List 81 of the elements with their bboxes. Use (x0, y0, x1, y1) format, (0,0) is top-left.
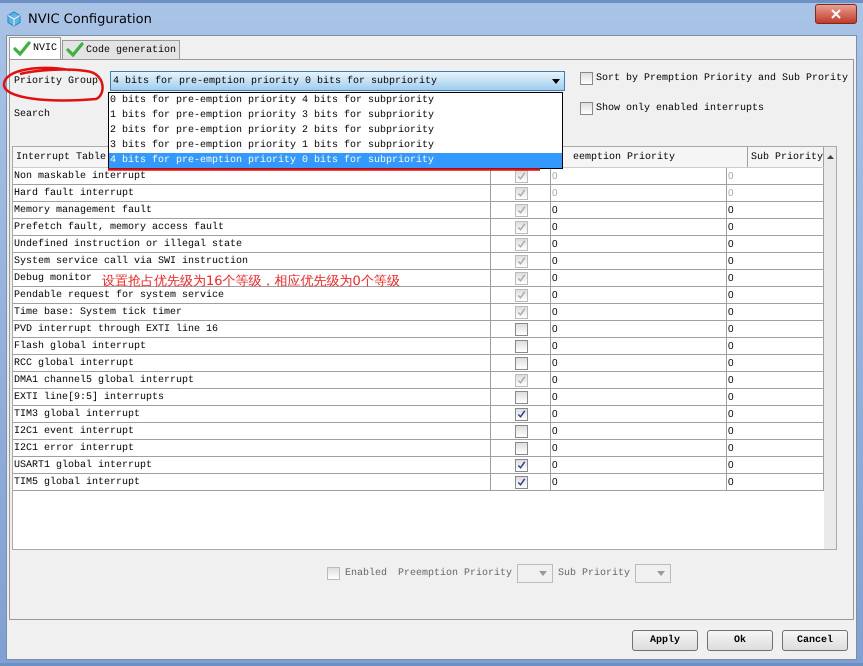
table-cell: 0 (551, 389, 727, 405)
scrollbar[interactable] (824, 147, 836, 549)
table-cell: 0 (551, 355, 727, 371)
table-cell: Undefined instruction or illegal state (13, 236, 491, 252)
field-label: Priority Group (13, 76, 100, 86)
table-cell: 0 (551, 287, 727, 303)
dropdown-option[interactable]: 1 bits for pre-emption priority 3 bits for subpriority (109, 108, 562, 123)
table-cell: 0 (551, 168, 727, 184)
table-cell: System service call via SWI instruction (13, 253, 491, 269)
field-label: Search (13, 108, 52, 120)
table-cell: 0 (551, 253, 727, 269)
table-cell: Prefetch fault, memory access fault (13, 219, 491, 235)
table-cell: 0 (551, 406, 727, 422)
field-label: Enabled (345, 568, 388, 578)
table-cell: RCC global interrupt (13, 355, 491, 371)
table-cell: 0 (551, 423, 727, 439)
table-cell: 0 (551, 202, 727, 218)
checkbox[interactable] (514, 442, 528, 454)
table-cell: 0 (551, 372, 727, 388)
checkbox-label: Show only enabled interrupts (596, 103, 764, 114)
checkbox[interactable] (514, 322, 528, 336)
table-cell: 0 (551, 457, 727, 473)
checkbox[interactable] (514, 356, 528, 370)
checkbox[interactable] (514, 476, 528, 488)
dropdown-option[interactable]: 0 bits for pre-emption priority 4 bits for subpriority (109, 93, 562, 108)
column-header[interactable]: Interrupt Table (13, 147, 111, 167)
dropdown-option[interactable]: 2 bits for pre-emption priority 2 bits for subpriority (109, 123, 562, 138)
table-cell: 0 (551, 270, 727, 286)
table-cell: TIM5 global interrupt (13, 474, 491, 490)
checkbox-label: Sort by Premption Priority and Sub Prority (596, 73, 848, 84)
checkbox[interactable] (514, 458, 528, 472)
scroll-up-icon[interactable] (826, 155, 834, 159)
checkbox[interactable] (514, 340, 528, 352)
dialog-button[interactable]: Ok (707, 630, 773, 651)
table-cell: 0 (551, 219, 727, 235)
table-cell: 0 (551, 474, 727, 490)
caret-icon (539, 570, 548, 576)
table-cell: 0 (551, 236, 727, 252)
window-title: NVIC Configuration (28, 12, 153, 26)
table-cell: EXTI line[9:5] interrupts (13, 389, 491, 405)
table-cell: 0 (551, 440, 727, 456)
check-icon (13, 40, 31, 56)
checkbox[interactable] (580, 102, 593, 115)
table-cell: Flash global interrupt (13, 338, 491, 354)
field-label: Sub Priority (558, 568, 630, 578)
table-cell: Memory management fault (13, 202, 491, 218)
table-cell: Non maskable interrupt (13, 168, 491, 184)
table-cell: 0 (551, 304, 727, 320)
close-button[interactable] (815, 4, 857, 24)
checkbox[interactable] (514, 424, 528, 438)
check-icon (66, 42, 84, 58)
checkbox[interactable] (514, 390, 528, 404)
cube-icon (6, 11, 22, 27)
table-cell: TIM3 global interrupt (13, 406, 491, 422)
table-cell: 0 (551, 338, 727, 354)
dialog-button[interactable]: Cancel (782, 630, 848, 651)
table-cell: I2C1 error interrupt (13, 440, 491, 456)
caret-icon (552, 78, 560, 84)
table-cell: USART1 global interrupt (13, 457, 491, 473)
tab[interactable]: Code generation (62, 40, 180, 59)
table-cell: Hard fault interrupt (13, 185, 491, 201)
table-cell: PVD interrupt through EXTI line 16 (13, 321, 491, 337)
tab[interactable]: NVIC (9, 37, 62, 59)
dropdown[interactable]: 4 bits for pre-emption priority 0 bits for subpriority (110, 71, 565, 91)
table-cell: Time base: System tick timer (13, 304, 491, 320)
table-cell: 0 (551, 185, 727, 201)
dropdown[interactable] (517, 564, 554, 582)
table-cell: Pendable request for system service (13, 287, 491, 303)
checkbox[interactable] (514, 408, 528, 420)
dropdown[interactable] (635, 564, 672, 582)
table-cell: I2C1 event interrupt (13, 423, 491, 439)
table-cell: DMA1 channel5 global interrupt (13, 372, 491, 388)
table-cell: 0 (551, 321, 727, 337)
annotation-text: 设置抢占优先级为16个等级，相应优先级为0个等级 (102, 274, 400, 289)
field-label: Preemption Priority (398, 568, 512, 578)
caret-icon (657, 570, 666, 576)
column-header[interactable]: eemption Priority (556, 147, 748, 167)
checkbox[interactable] (580, 72, 593, 85)
close-icon (831, 9, 841, 19)
checkbox[interactable] (327, 566, 340, 580)
dialog-button[interactable]: Apply (632, 630, 698, 651)
